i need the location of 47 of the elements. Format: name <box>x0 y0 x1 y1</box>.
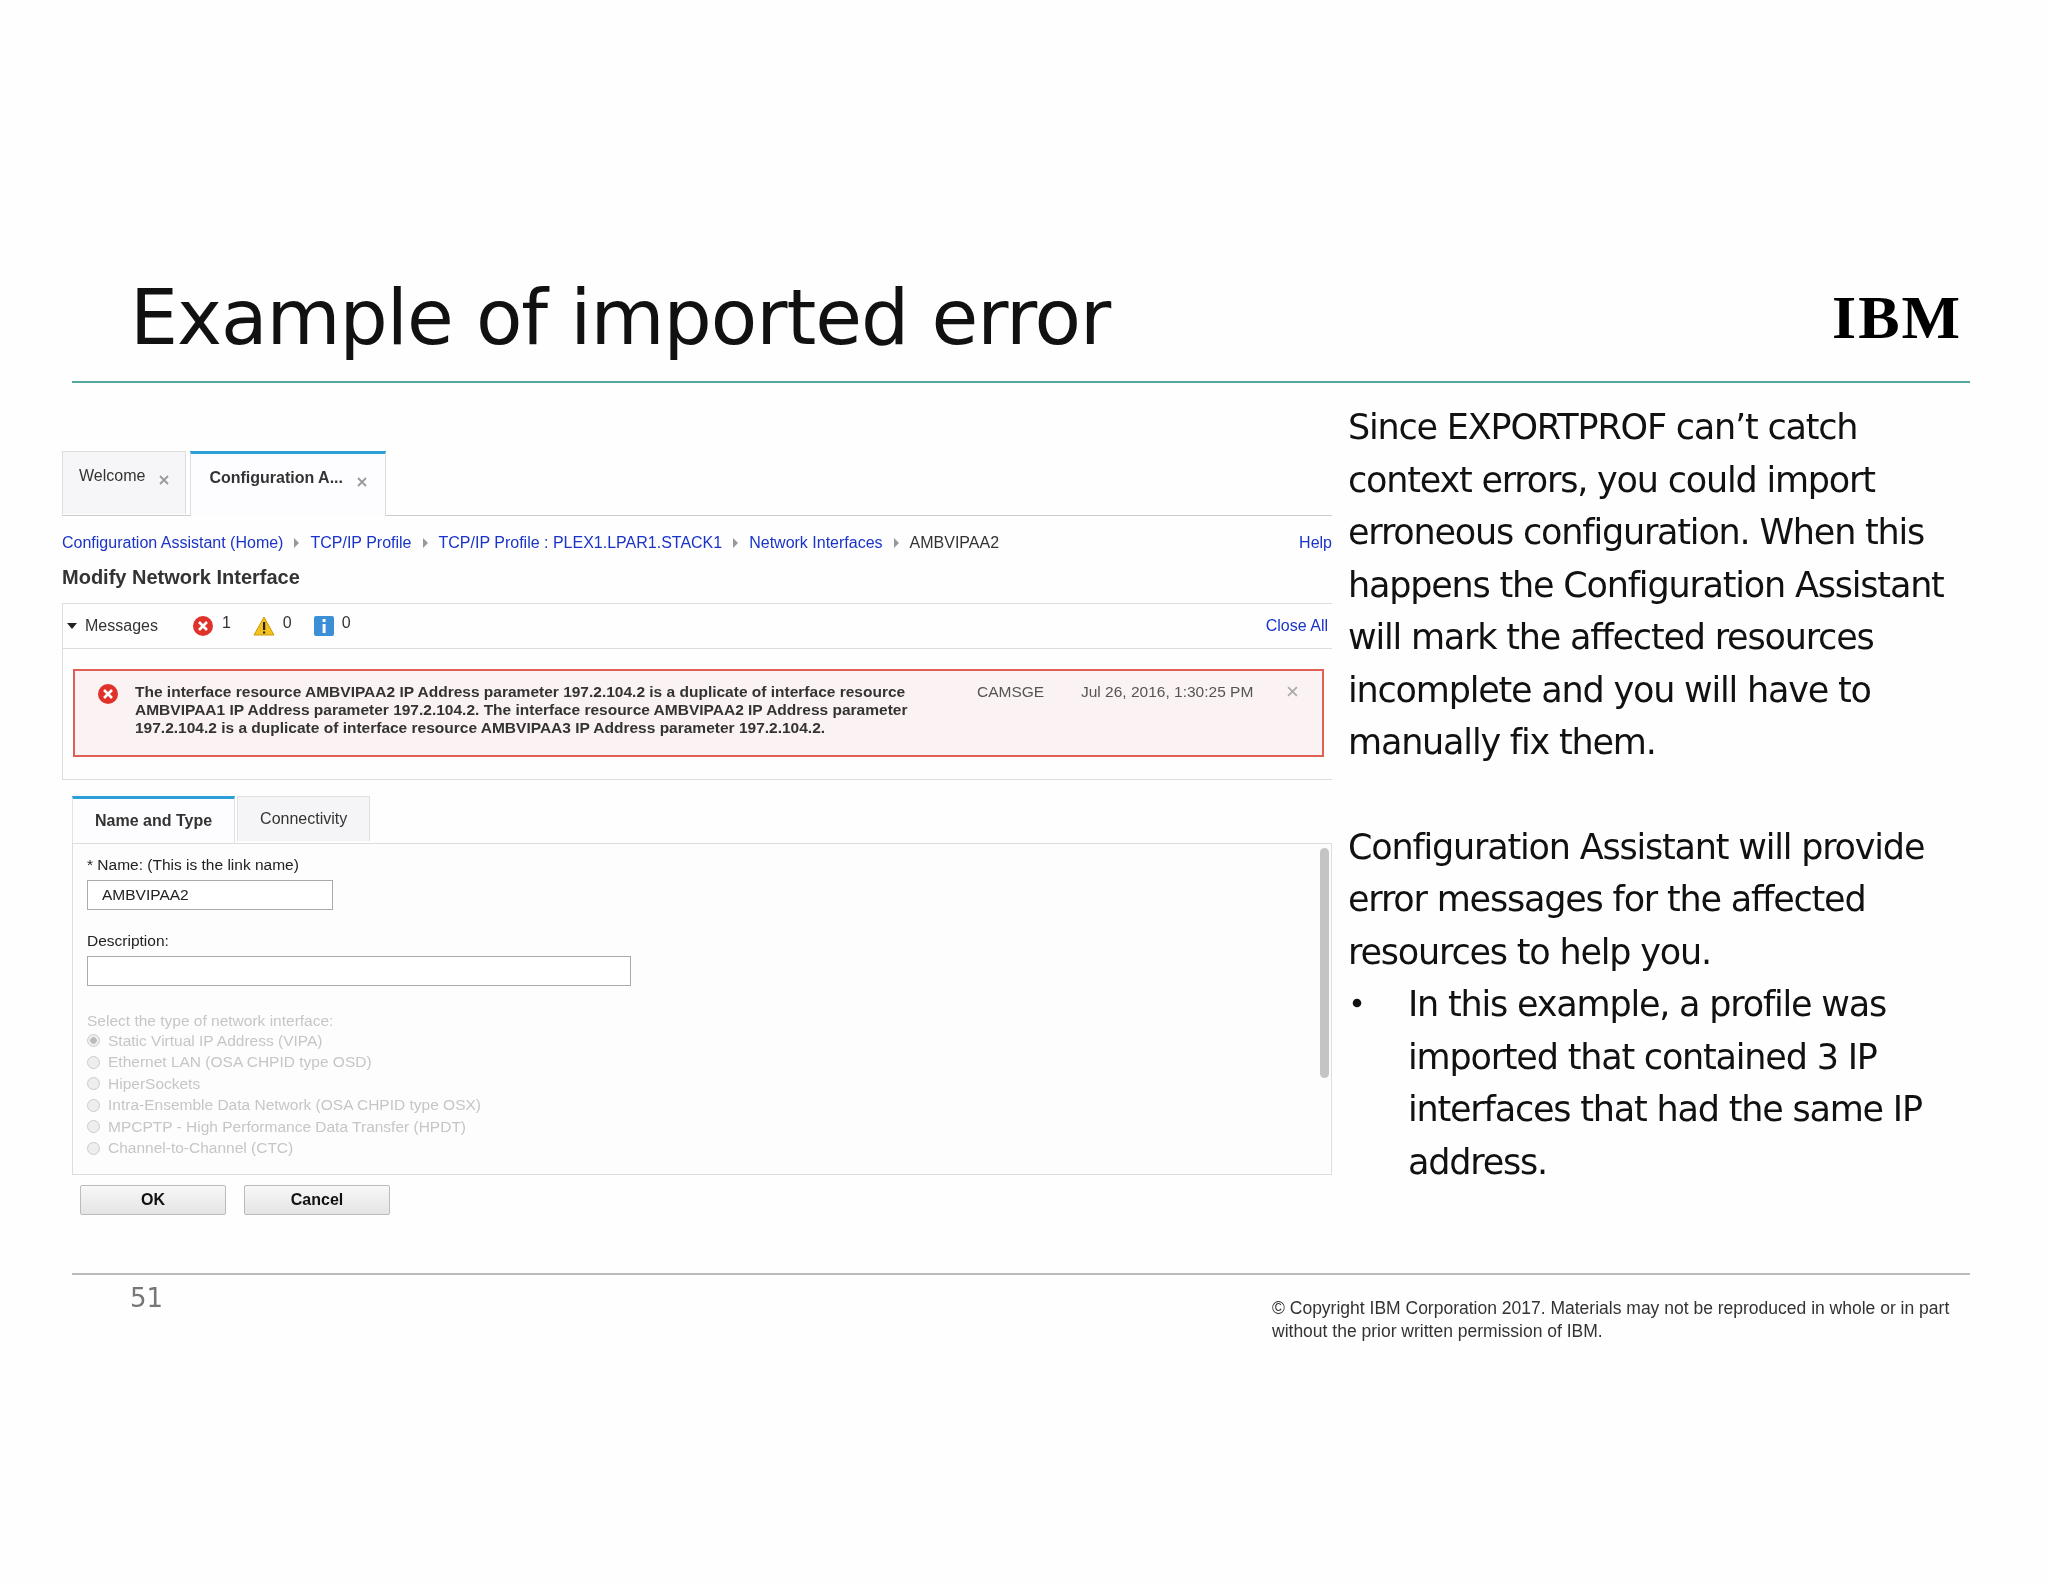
field-label: Description: <box>87 932 169 950</box>
tab[interactable]: Name and Type <box>72 796 236 843</box>
error-icon <box>191 615 214 637</box>
caret-icon[interactable] <box>67 622 77 630</box>
paragraph: Configuration Assistant will provide error messages for the affected resources to help you. <box>1348 825 1926 974</box>
group-label: Select the type of network interface: <box>87 1012 334 1030</box>
dialog-button[interactable]: Cancel <box>244 1185 390 1215</box>
tab[interactable]: Welcome <box>62 451 187 514</box>
breadcrumb-link[interactable]: TCP/IP Profile <box>310 534 412 552</box>
bullet-icon <box>1352 998 1362 1008</box>
tab[interactable]: Configuration A... <box>190 451 386 516</box>
chevron-icon <box>293 538 301 548</box>
scrollbar[interactable] <box>1320 848 1329 1078</box>
paragraph: Since EXPORTPROF can’t catch context errors, you could import erroneous configuration. When this happens the Configuration Assistant will mark the affected resources incomplete and you will have to manually fix them. <box>1348 406 1945 764</box>
message-source: CAMSGE <box>977 683 1046 701</box>
messages-label: Messages <box>85 617 158 635</box>
close-all-link[interactable]: Close All <box>1265 617 1328 635</box>
close-icon[interactable] <box>159 475 170 485</box>
page-number: 51 <box>130 1283 164 1315</box>
breadcrumb-link[interactable]: TCP/IP Profile : PLEX1.LPAR1.STACK1 <box>438 534 723 552</box>
message-time: Jul 26, 2016, 1:30:25 PM <box>1081 683 1254 701</box>
message-text: The interface resource AMBVIPAA2 IP Address parameter 197.2.104.2 is a duplicate of interface resource AMBVIPAA1 IP Address parameter 197.2.104.2. The interface resource AMBVIPAA2 IP Address parameter 197.2.104.2 is a duplicate of interface resource AMBVIPAA3 IP Address parameter 197.2.104.2. <box>135 683 909 737</box>
help-link[interactable]: Help <box>1299 534 1332 552</box>
bullet-text: In this example, a profile was imported that contained 3 IP interfaces that had the same IP address. <box>1408 983 1923 1184</box>
message-count: 0 <box>282 614 292 632</box>
chevron-icon <box>732 538 740 548</box>
message-count: 1 <box>221 614 231 632</box>
field-label: * Name: (This is the link name) <box>87 856 299 874</box>
breadcrumb-current: AMBVIPAA2 <box>909 534 1000 552</box>
close-icon[interactable] <box>1287 686 1299 697</box>
page-heading: Modify Network Interface <box>62 566 301 589</box>
copyright-text: © Copyright IBM Corporation 2017. Materials may not be reproduced in whole or in part without the prior written permission of IBM. <box>1272 1297 1951 1343</box>
dialog-button[interactable]: OK <box>80 1185 226 1215</box>
name-field[interactable]: AMBVIPAA2 <box>87 880 333 910</box>
info-icon <box>313 616 334 636</box>
slide-title: Example of imported error <box>130 280 1111 364</box>
chevron-icon <box>892 538 900 548</box>
description-field[interactable] <box>87 956 631 986</box>
breadcrumb-link[interactable]: Configuration Assistant (Home) <box>62 534 284 552</box>
warning-icon <box>252 616 275 636</box>
chevron-icon <box>421 538 429 548</box>
close-icon[interactable] <box>357 477 367 487</box>
logo: IBM <box>1832 286 1962 353</box>
message-count: 0 <box>341 614 351 632</box>
tab[interactable]: Connectivity <box>237 796 371 841</box>
error-icon <box>97 683 119 705</box>
breadcrumb-link[interactable]: Network Interfaces <box>749 534 883 552</box>
